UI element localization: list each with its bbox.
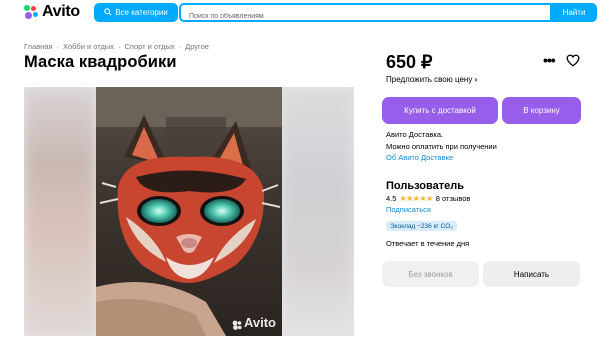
write-message-button[interactable]: Написать bbox=[483, 261, 580, 287]
add-to-cart-button[interactable]: В корзину bbox=[502, 97, 581, 124]
breadcrumb: Главная · Хобби и отдых · Спорт и отдых … bbox=[24, 42, 209, 51]
avito-watermark-text: Avito bbox=[243, 315, 276, 330]
chevron-right-icon: › bbox=[474, 75, 478, 84]
delivery-title: Авито Доставка. bbox=[386, 130, 444, 139]
all-categories-button[interactable]: Все категории bbox=[94, 3, 178, 22]
rating-value: 4.5 bbox=[386, 194, 397, 203]
response-time: Отвечает в течение дня bbox=[386, 239, 470, 248]
listing-photo[interactable]: Avito bbox=[96, 87, 282, 336]
page-title: Маска квадробики bbox=[24, 53, 177, 71]
search-icon bbox=[104, 7, 112, 18]
heart-icon[interactable] bbox=[566, 54, 580, 72]
search-box bbox=[179, 3, 552, 24]
breadcrumb-separator: · bbox=[117, 42, 121, 51]
avito-logo-icon bbox=[24, 5, 39, 19]
breadcrumb-separator: · bbox=[178, 42, 182, 51]
image-blur-right bbox=[282, 87, 354, 336]
delivery-payment-note: Можно оплатить при получении bbox=[386, 142, 497, 151]
avito-logo[interactable]: Avito bbox=[24, 3, 80, 20]
price: 650 ₽ bbox=[386, 52, 433, 72]
breadcrumb-item[interactable]: Другое bbox=[185, 42, 209, 51]
breadcrumb-item[interactable]: Хобби и отдых bbox=[63, 42, 114, 51]
buy-with-delivery-button[interactable]: Купить с доставкой bbox=[382, 97, 498, 124]
offer-price-label: Предложить свою цену bbox=[386, 75, 473, 84]
reviews-count: 8 отзывов bbox=[435, 194, 471, 203]
listing-image-gallery[interactable]: Avito bbox=[24, 87, 354, 336]
avito-watermark: Avito bbox=[232, 315, 276, 330]
subscribe-link[interactable]: Подписаться bbox=[386, 205, 431, 214]
mask-photo-illustration bbox=[96, 87, 282, 336]
eco-badge: Экоклад −236 кг CO₂ bbox=[386, 221, 457, 231]
search-input[interactable] bbox=[181, 9, 550, 24]
offer-price-link[interactable]: Предложить свою цену › bbox=[386, 75, 477, 84]
seller-name[interactable]: Пользователь bbox=[386, 180, 464, 192]
more-icon[interactable]: ••• bbox=[543, 52, 556, 68]
breadcrumb-item[interactable]: Главная bbox=[24, 42, 53, 51]
breadcrumb-separator: · bbox=[56, 42, 60, 51]
about-delivery-link[interactable]: Об Авито Доставке bbox=[386, 153, 453, 162]
seller-rating[interactable]: 4.5 ★★★★★ 8 отзывов bbox=[386, 194, 470, 203]
search-button[interactable]: Найти bbox=[551, 3, 597, 22]
logo-text: Avito bbox=[42, 3, 80, 20]
no-calls-button: Без звонков bbox=[382, 261, 479, 287]
all-categories-label: Все категории bbox=[115, 8, 168, 17]
breadcrumb-item[interactable]: Спорт и отдых bbox=[124, 42, 174, 51]
avito-watermark-icon bbox=[232, 318, 242, 330]
rating-stars-icon: ★★★★★ bbox=[399, 194, 433, 203]
image-blur-left bbox=[24, 87, 96, 336]
